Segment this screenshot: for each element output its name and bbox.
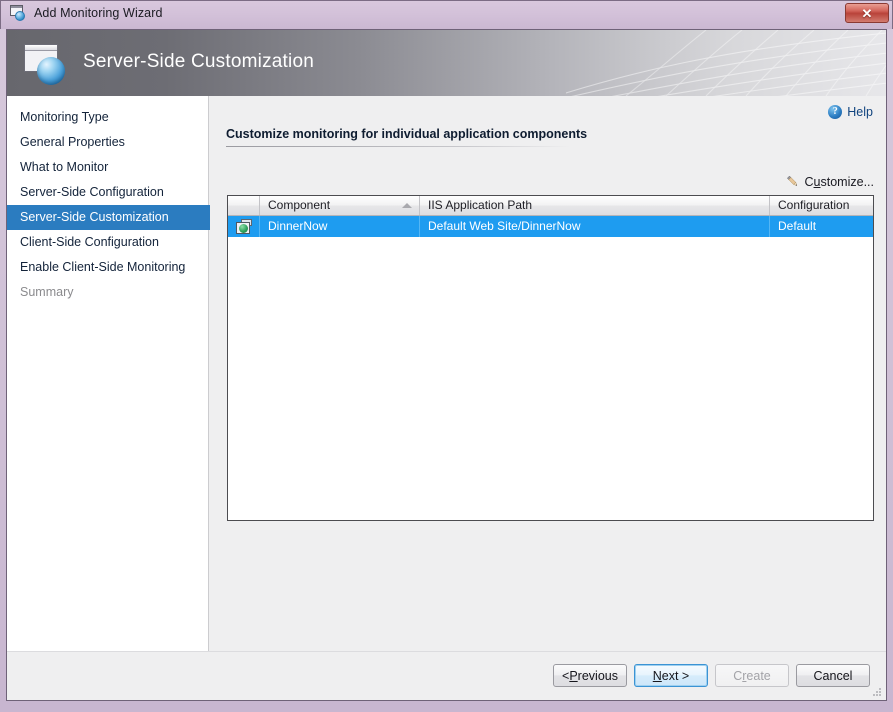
dialog-footer: < Previous Next > Cr eate Cancel bbox=[7, 651, 886, 700]
create-button: Cr eate bbox=[715, 664, 789, 687]
help-link[interactable]: ? Help bbox=[828, 105, 873, 119]
grid-header-iis-application-path[interactable]: IIS Application Path bbox=[420, 196, 770, 215]
next-button[interactable]: Next > bbox=[634, 664, 708, 687]
row-component: DinnerNow bbox=[260, 216, 420, 237]
window-title: Add Monitoring Wizard bbox=[34, 6, 163, 20]
sidebar-item-general-properties[interactable]: General Properties bbox=[7, 130, 208, 155]
cancel-button[interactable]: Cancel bbox=[796, 664, 870, 687]
row-iis-application-path: Default Web Site/DinnerNow bbox=[420, 216, 770, 237]
sidebar-item-summary: Summary bbox=[20, 285, 74, 299]
sidebar-item-what-to-monitor[interactable]: What to Monitor bbox=[7, 155, 208, 180]
table-row[interactable]: DinnerNow Default Web Site/DinnerNow Def… bbox=[228, 216, 873, 237]
close-button[interactable]: ✕ bbox=[845, 3, 889, 23]
sidebar-item-enable-client-side-monitoring[interactable]: Enable Client-Side Monitoring bbox=[7, 255, 208, 280]
banner-window-sphere-icon bbox=[24, 44, 70, 86]
wizard-banner: Server-Side Customization bbox=[7, 30, 886, 96]
close-icon: ✕ bbox=[861, 5, 873, 21]
help-label: Help bbox=[847, 105, 873, 119]
sidebar-item-client-side-configuration[interactable]: Client-Side Configuration bbox=[7, 230, 208, 255]
resize-grip-icon[interactable] bbox=[870, 685, 882, 697]
main-content-pane: ? Help Customize monitoring for individu… bbox=[210, 96, 886, 651]
section-heading: Customize monitoring for individual appl… bbox=[226, 127, 588, 141]
footer-button-row: < Previous Next > Cr eate Cancel bbox=[553, 664, 870, 687]
components-grid[interactable]: Component IIS Application Path Configura… bbox=[227, 195, 874, 521]
row-icon-cell bbox=[228, 216, 260, 237]
grid-header-component-label: Component bbox=[268, 198, 331, 212]
web-application-icon bbox=[235, 219, 252, 234]
wizard-step-sidebar: Monitoring Type General Properties What … bbox=[7, 96, 221, 651]
window-client-area: Server-Side Customization Monitoring Typ… bbox=[6, 29, 887, 701]
title-bar: Add Monitoring Wizard ✕ bbox=[0, 0, 893, 29]
sidebar-item-server-side-configuration[interactable]: Server-Side Configuration bbox=[7, 180, 208, 205]
title-bar-left: Add Monitoring Wizard bbox=[10, 5, 163, 21]
grid-header-row: Component IIS Application Path Configura… bbox=[228, 196, 873, 216]
help-icon: ? bbox=[828, 105, 843, 119]
page-title: Server-Side Customization bbox=[83, 50, 314, 72]
section-divider bbox=[226, 146, 570, 147]
wizard-window: Add Monitoring Wizard ✕ Server-Side Cust… bbox=[0, 0, 893, 712]
row-configuration: Default bbox=[778, 219, 817, 233]
window-sphere-icon bbox=[10, 5, 27, 21]
customize-label: Customize... bbox=[804, 174, 874, 189]
grid-header-component[interactable]: Component bbox=[260, 196, 420, 215]
sort-ascending-icon bbox=[402, 203, 412, 208]
pencil-icon bbox=[786, 175, 797, 186]
sidebar-item-monitoring-type[interactable]: Monitoring Type bbox=[7, 105, 208, 130]
previous-button[interactable]: < Previous bbox=[553, 664, 627, 687]
sidebar-item-server-side-customization[interactable]: Server-Side Customization bbox=[7, 205, 221, 230]
grid-header-configuration[interactable]: Configuration bbox=[770, 196, 873, 215]
customize-button[interactable]: Customize... bbox=[785, 174, 874, 189]
grid-header-icon bbox=[228, 196, 260, 215]
banner-mesh-decoration bbox=[566, 30, 886, 96]
